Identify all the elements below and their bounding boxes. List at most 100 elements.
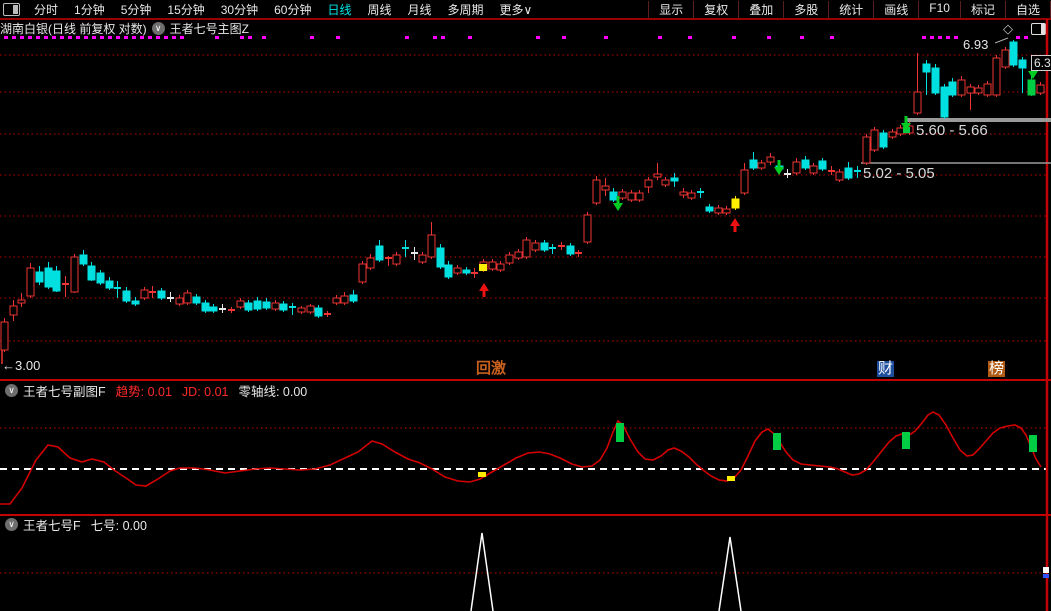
chevron-down-icon[interactable]: ∨ xyxy=(5,518,18,531)
signal-spike xyxy=(470,532,494,611)
signal-dot xyxy=(441,36,445,39)
signal-dot xyxy=(68,36,72,39)
signal-dot xyxy=(148,36,152,39)
candle-down xyxy=(52,270,61,292)
chart-canvas[interactable] xyxy=(0,0,1051,611)
candle-down xyxy=(131,300,140,305)
candle-up xyxy=(514,251,523,259)
candle-up xyxy=(70,256,79,293)
buy-arrow-icon xyxy=(733,226,737,232)
signal-dot xyxy=(36,36,40,39)
chevron-down-icon[interactable]: ∨ xyxy=(5,384,18,397)
candle-up xyxy=(26,267,35,297)
candle-up xyxy=(0,321,9,351)
signal-dot xyxy=(732,36,736,39)
signal-spike xyxy=(718,536,742,611)
price-label: 5.60 - 5.66 xyxy=(916,122,988,139)
buy-arrow-icon xyxy=(482,291,486,297)
sell-arrow-icon xyxy=(904,116,908,123)
candle-down xyxy=(444,264,453,278)
sell-arrow-icon xyxy=(777,160,781,167)
candle-up xyxy=(531,242,540,251)
candle-down xyxy=(609,191,618,201)
candle-up xyxy=(766,156,775,163)
sub2-indicator-name[interactable]: 王者七号F xyxy=(23,515,81,534)
trend-signal-box xyxy=(773,433,781,450)
candle-down xyxy=(314,307,323,317)
signal-dot xyxy=(215,36,219,39)
candle-up xyxy=(722,208,731,214)
signal-dot xyxy=(536,36,540,39)
sell-arrow-icon xyxy=(613,203,623,211)
scroll-tick xyxy=(1043,567,1049,573)
candle-up xyxy=(236,300,245,308)
candle-down xyxy=(105,280,114,289)
label-pointer-line xyxy=(994,37,1009,44)
signal-dot xyxy=(84,36,88,39)
signal-dot xyxy=(562,36,566,39)
sub1-values: 趋势: 0.01 JD: 0.01 零轴线: 0.00 xyxy=(106,381,308,400)
candle-down xyxy=(79,254,88,265)
candle-up xyxy=(644,179,653,188)
signal-dot xyxy=(800,36,804,39)
indicator-field-趋势: 趋势: 0.01 xyxy=(115,385,172,399)
candle-up xyxy=(809,165,818,174)
sub1-indicator-name[interactable]: 王者七号副图F xyxy=(23,381,106,400)
candle-up xyxy=(418,254,427,263)
candle-up xyxy=(740,169,749,194)
candle-up xyxy=(366,257,375,269)
trend-signal-box xyxy=(478,472,486,477)
candle-up xyxy=(522,239,531,258)
sub1-header: ∨ 王者七号副图F 趋势: 0.01 JD: 0.01 零轴线: 0.00 xyxy=(0,382,307,399)
candle-down xyxy=(436,247,445,268)
candle-up xyxy=(635,192,644,201)
candle-up xyxy=(505,254,514,264)
price-label: 6.93 xyxy=(963,37,989,52)
signal-dot xyxy=(922,36,926,39)
candle-up xyxy=(297,307,306,313)
candle-up xyxy=(870,129,879,151)
candle-up xyxy=(974,87,983,94)
candle-up xyxy=(913,91,922,114)
signal-dot xyxy=(658,36,662,39)
candle-up xyxy=(306,305,315,313)
signal-dot xyxy=(132,36,136,39)
candle-down xyxy=(87,265,96,281)
candle-down xyxy=(818,160,827,170)
signal-dot xyxy=(92,36,96,39)
candle-down xyxy=(35,271,44,283)
candle-down xyxy=(879,132,888,148)
signal-dot xyxy=(76,36,80,39)
candle-down xyxy=(1027,79,1036,96)
candle-up xyxy=(627,192,636,201)
signal-dot xyxy=(108,36,112,39)
signal-dot xyxy=(938,36,942,39)
signal-dot xyxy=(1016,36,1020,39)
signal-dot xyxy=(124,36,128,39)
signal-dot xyxy=(156,36,160,39)
candle-down xyxy=(244,302,253,311)
candle-down xyxy=(253,300,262,310)
trend-signal-box xyxy=(727,476,735,481)
candle-down xyxy=(705,206,714,212)
signal-dot xyxy=(954,36,958,39)
candle-down xyxy=(462,269,471,274)
candle-up xyxy=(661,179,670,186)
candle-down xyxy=(157,290,166,299)
signal-dot xyxy=(44,36,48,39)
candle-down xyxy=(375,245,384,261)
signal-dot xyxy=(767,36,771,39)
candle-up xyxy=(17,299,26,304)
signal-dot xyxy=(180,36,184,39)
candle-down xyxy=(262,301,271,309)
sell-arrow-icon xyxy=(774,167,784,175)
candle-down xyxy=(844,167,853,179)
trend-signal-box xyxy=(1029,435,1037,452)
signal-dot xyxy=(4,36,8,39)
candle-up xyxy=(392,254,401,265)
trend-signal-box xyxy=(902,432,910,449)
candle-up xyxy=(792,161,801,174)
candle-up xyxy=(271,302,280,310)
signal-dot xyxy=(164,36,168,39)
candle-up xyxy=(340,295,349,304)
